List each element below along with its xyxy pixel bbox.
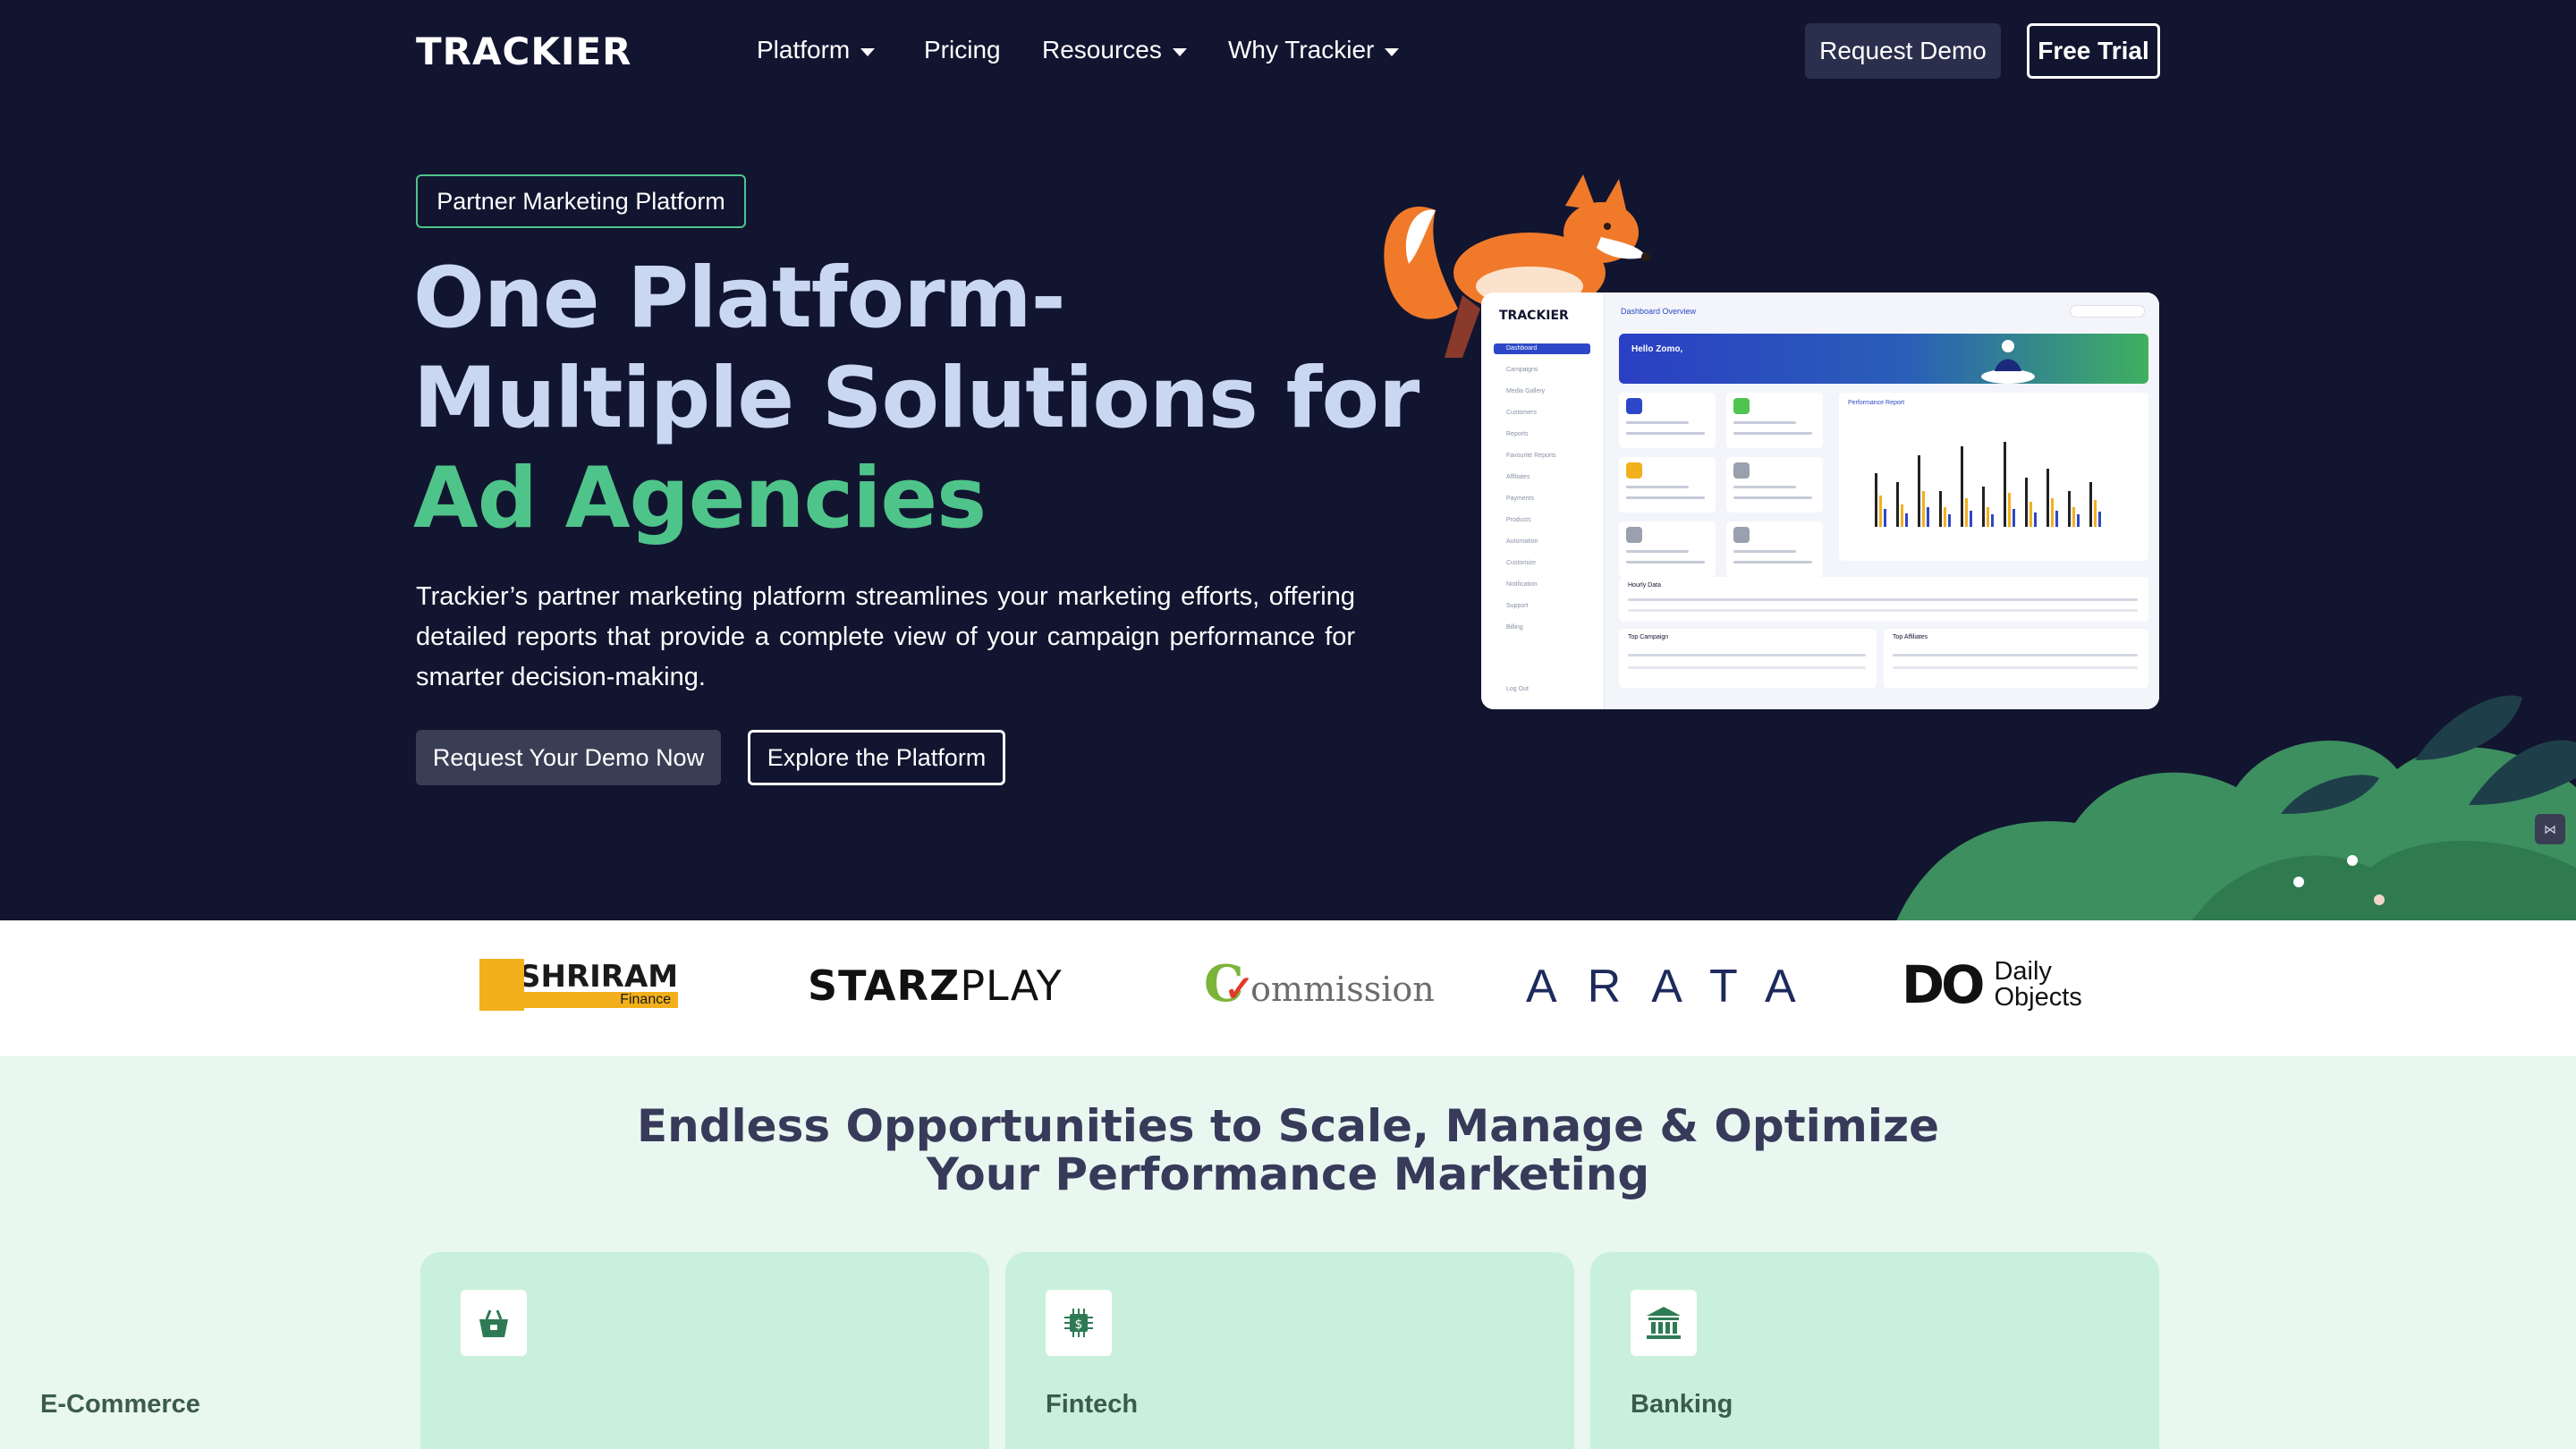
nav-why-trackier[interactable]: Why Trackier [1228, 32, 1400, 68]
dashboard-title: Dashboard Overview [1621, 307, 1697, 316]
daily-objects-line1: Daily [1994, 957, 2052, 986]
headline-line-1: One Platform- [413, 250, 1066, 347]
foliage-illustration [1896, 695, 2576, 920]
arata-logo: ARATA [1526, 960, 1826, 1013]
industry-card-ecommerce[interactable] [420, 1252, 989, 1449]
shriram-emblem-icon [479, 959, 524, 1011]
vcommission-logo: C✓ommission [1204, 954, 1435, 1013]
nav-resources-label: Resources [1042, 36, 1162, 64]
scroll-handle-icon[interactable]: ⋈ [2535, 814, 2565, 844]
chevron-down-icon [1172, 47, 1187, 56]
shriram-logo: SHRIRAM Finance [479, 959, 679, 1011]
daily-objects-line2: Objects [1994, 983, 2082, 1012]
stat-card [1726, 457, 1823, 513]
industry-card-banking[interactable] [1590, 1252, 2159, 1449]
nav-platform-label: Platform [757, 36, 851, 64]
fintech-chip-icon: $ [1046, 1290, 1112, 1356]
table-row [1893, 654, 2138, 657]
dash-sidebar-item: Dashboard [1494, 343, 1590, 354]
dash-sidebar-item: Reports [1506, 431, 1529, 437]
stat-card [1619, 521, 1716, 577]
performance-chart: Performance Report [1839, 393, 2148, 561]
hourly-title: Hourly Data [1628, 582, 1661, 589]
nav-resources[interactable]: Resources [1042, 32, 1187, 68]
headline-line-2: Multiple Solutions for [413, 350, 1419, 447]
bank-icon [1631, 1290, 1697, 1356]
stat-card [1619, 457, 1716, 513]
table-row [1628, 654, 1866, 657]
chevron-down-icon [1385, 47, 1400, 56]
starzplay-logo: STARZPLAY [808, 962, 1063, 1010]
top-affiliates-title: Top Affiliates [1893, 634, 1928, 640]
dash-sidebar-item: Customize [1506, 560, 1537, 566]
chevron-down-icon [860, 47, 876, 56]
hero-badge: Partner Marketing Platform [416, 174, 746, 228]
industry-label-ecommerce: E-Commerce [40, 1390, 200, 1419]
table-row [1628, 666, 1866, 669]
stat-card [1619, 393, 1716, 448]
request-your-demo-button[interactable]: Request Your Demo Now [416, 730, 721, 785]
meditation-figure-icon [1981, 340, 2035, 384]
free-trial-button[interactable]: Free Trial [2027, 23, 2160, 79]
stat-card [1726, 521, 1823, 577]
headline-line-3: Ad Agencies [413, 450, 987, 547]
dash-sidebar-item: Favourite Reports [1506, 453, 1556, 459]
dash-sidebar-item: Media Gallery [1506, 388, 1546, 394]
trackier-logo[interactable]: TRACKIER [416, 33, 632, 71]
nav-pricing-label: Pricing [924, 36, 1001, 64]
table-row [1628, 598, 2138, 601]
dash-logout: Log Out [1506, 686, 1529, 692]
dash-sidebar-item: Automation [1506, 538, 1538, 545]
top-campaign-title: Top Campaign [1628, 634, 1669, 640]
client-logo-strip: SHRIRAM Finance STARZPLAY C✓ommission AR… [0, 920, 2576, 1056]
hero-description: Trackier’s partner marketing platform st… [416, 582, 1355, 691]
top-campaign-panel: Top Campaign [1619, 629, 1877, 688]
arata-text: ARATA [1526, 961, 1826, 1013]
opportunities-heading-line1: Endless Opportunities to Scale, Manage &… [636, 1100, 1939, 1152]
dash-sidebar-item: Affiliates [1506, 474, 1530, 480]
hourly-data-panel: Hourly Data [1619, 577, 2148, 622]
dash-sidebar-item: Payments [1506, 496, 1535, 502]
svg-text:$: $ [1075, 1318, 1083, 1332]
table-row [1628, 609, 2138, 612]
nav-why-trackier-label: Why Trackier [1228, 36, 1375, 64]
daily-objects-mark: DO [1902, 954, 1985, 1015]
dash-sidebar-item: Customers [1506, 410, 1537, 416]
daily-objects-logo: DO Daily Objects [1902, 954, 2082, 1015]
dashboard-sidebar: TRACKIER Dashboard Campaigns Media Galle… [1481, 292, 1605, 709]
hero-headline: One Platform- Multiple Solutions for Ad … [413, 249, 1419, 549]
performance-bars [1875, 442, 2101, 527]
dash-sidebar-item: Campaigns [1506, 367, 1538, 373]
starz-bold: STARZ [808, 962, 961, 1010]
stat-card [1726, 393, 1823, 448]
dash-sidebar-item: Notification [1506, 581, 1538, 588]
commission-text: ommission [1250, 970, 1435, 1009]
dash-sidebar-item: Support [1506, 603, 1529, 609]
opportunities-heading-line2: Your Performance Marketing [926, 1148, 1650, 1200]
shopping-basket-icon [461, 1290, 527, 1356]
table-row [1893, 666, 2138, 669]
explore-platform-button[interactable]: Explore the Platform [748, 730, 1005, 785]
dashboard-search [2070, 305, 2145, 318]
opportunities-heading: Endless Opportunities to Scale, Manage &… [0, 1102, 2576, 1199]
dashboard-preview: TRACKIER Dashboard Campaigns Media Galle… [1481, 292, 2159, 709]
shriram-name: SHRIRAM [519, 959, 679, 995]
starz-light: PLAY [960, 962, 1063, 1010]
industry-label-fintech: Fintech [1046, 1390, 1139, 1419]
request-demo-button[interactable]: Request Demo [1805, 23, 2001, 79]
dash-sidebar-item: Products [1506, 517, 1531, 523]
industry-label-banking: Banking [1631, 1390, 1733, 1419]
dash-sidebar-item: Billing [1506, 624, 1523, 631]
dashboard-logo: TRACKIER [1499, 309, 1569, 323]
hero-section: TRACKIER Platform Pricing Resources Why … [0, 0, 2576, 920]
nav-pricing[interactable]: Pricing [924, 32, 1001, 68]
industry-card-fintech[interactable]: $ [1005, 1252, 1574, 1449]
dashboard-greeting: Hello Zomo, [1631, 344, 1683, 354]
nav-platform[interactable]: Platform [757, 32, 876, 68]
logo-text: TRACKIER [416, 30, 632, 73]
dashboard-main: Dashboard Overview Hello Zomo, Performan… [1605, 292, 2159, 709]
dashboard-banner: Hello Zomo, [1619, 334, 2148, 384]
